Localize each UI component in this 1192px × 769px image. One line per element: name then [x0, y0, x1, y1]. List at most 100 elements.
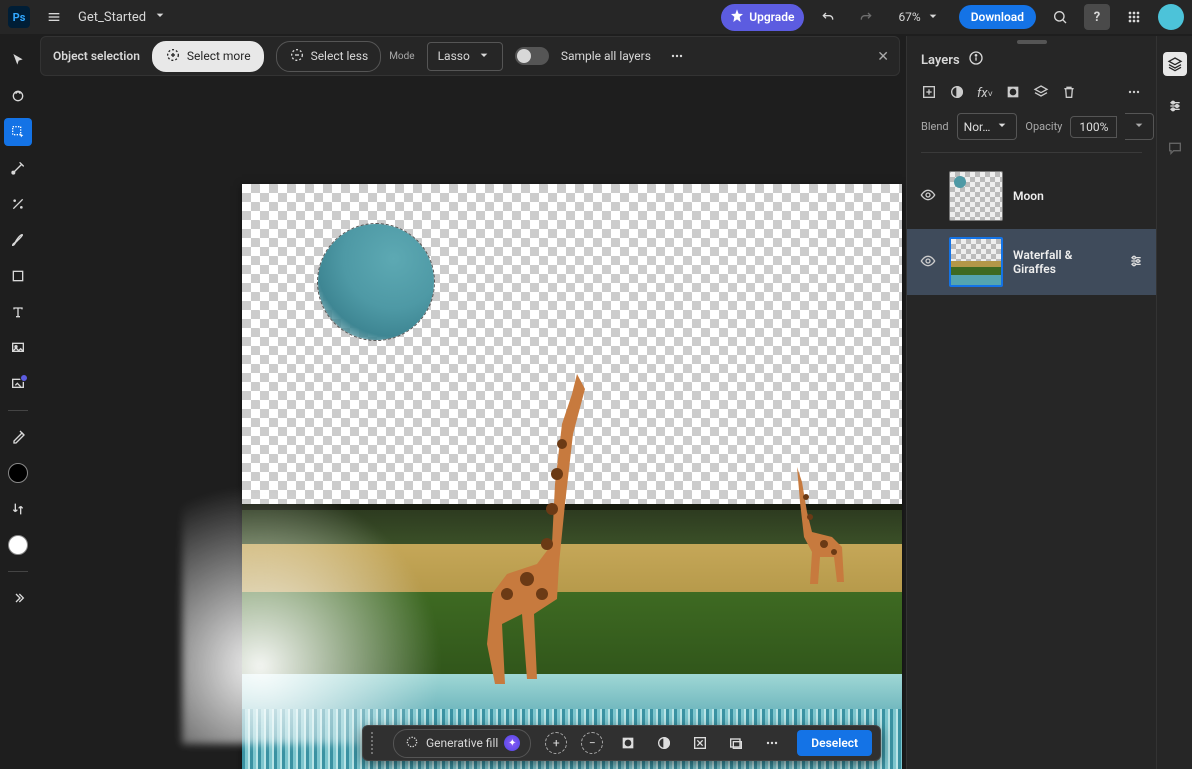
object-selection-tool[interactable] [4, 118, 32, 146]
shape-tool[interactable] [4, 262, 32, 290]
zoom-value: 67% [898, 10, 920, 24]
more-actions-button[interactable] [761, 732, 783, 754]
undo-button[interactable] [814, 3, 842, 31]
layers-more-button[interactable] [1126, 84, 1142, 103]
transform-tool[interactable] [4, 82, 32, 110]
sample-all-layers-label: Sample all layers [561, 49, 651, 63]
deselect-button[interactable]: Deselect [797, 730, 872, 756]
move-tool[interactable] [4, 46, 32, 74]
layer-thumb-moon [949, 171, 1003, 221]
visibility-toggle[interactable] [917, 187, 939, 206]
help-button[interactable]: ? [1084, 4, 1110, 30]
swap-colors[interactable] [4, 495, 32, 523]
panel-grip[interactable] [1017, 40, 1047, 44]
close-options-button[interactable]: ✕ [877, 49, 889, 65]
mask-layer-button[interactable] [1005, 84, 1021, 103]
layer-name: Waterfall & Giraffes [1013, 248, 1116, 276]
select-less-button[interactable]: Select less [276, 41, 382, 72]
plus-circle-icon [165, 47, 181, 66]
brush-tool[interactable] [4, 226, 32, 254]
properties-rail-button[interactable] [1163, 94, 1187, 118]
giraffe-large [467, 364, 597, 694]
more-options-button[interactable] [663, 42, 691, 70]
select-more-label: Select more [187, 49, 251, 63]
crop-to-selection-button[interactable] [725, 732, 747, 754]
select-less-label: Select less [311, 49, 369, 63]
mask-button[interactable] [617, 732, 639, 754]
layer-thumb-waterfall [949, 237, 1003, 287]
star-icon [729, 8, 745, 27]
delete-layer-button[interactable] [1061, 84, 1077, 103]
layers-panel-title: Layers [921, 53, 960, 68]
layers-panel: Layers fx˅ Blend Nor… Opacity 100% Moon [906, 36, 1156, 769]
opacity-label: Opacity [1025, 120, 1062, 133]
artboard[interactable] [242, 184, 902, 769]
sparkle-icon [404, 734, 420, 753]
mode-label: Mode [389, 51, 414, 62]
layer-fx-button[interactable]: fx˅ [977, 86, 993, 101]
left-toolbar [0, 36, 36, 769]
info-icon[interactable] [968, 50, 984, 70]
remove-bg-button[interactable] [689, 732, 711, 754]
ai-badge-icon [20, 374, 28, 382]
layer-row-moon[interactable]: Moon [907, 163, 1156, 229]
right-rail [1156, 36, 1192, 769]
ps-logo: Ps [8, 6, 30, 28]
foreground-color[interactable] [4, 459, 32, 487]
remove-tool[interactable] [4, 190, 32, 218]
adjustment-layer-button[interactable] [949, 84, 965, 103]
chevron-down-icon [994, 117, 1010, 136]
chevron-down-icon [925, 8, 941, 27]
layer-row-waterfall[interactable]: Waterfall & Giraffes [907, 229, 1156, 295]
mode-dropdown[interactable]: Lasso [427, 42, 503, 71]
upgrade-button[interactable]: Upgrade [721, 4, 804, 31]
deselect-label: Deselect [811, 736, 858, 750]
ai-spark-icon: ✦ [504, 735, 520, 751]
stack-layers-button[interactable] [1033, 84, 1049, 103]
drag-grip-icon[interactable] [371, 732, 377, 754]
download-button[interactable]: Download [959, 5, 1036, 29]
user-avatar[interactable] [1158, 4, 1184, 30]
layer-filters-icon[interactable] [1126, 253, 1146, 272]
more-tools[interactable] [4, 584, 32, 612]
background-color[interactable] [4, 531, 32, 559]
search-button[interactable] [1046, 3, 1074, 31]
comments-rail-button[interactable] [1163, 136, 1187, 160]
visibility-toggle[interactable] [917, 253, 939, 272]
canvas-area[interactable]: Generative fill ✦ + − Deselect [36, 76, 906, 769]
mist [182, 484, 442, 744]
expand-selection-button[interactable]: + [545, 732, 567, 754]
zoom-dropdown[interactable]: 67% [890, 4, 948, 31]
text-tool[interactable] [4, 298, 32, 326]
contract-selection-button[interactable]: − [581, 732, 603, 754]
layers-rail-button[interactable] [1163, 52, 1187, 76]
select-more-button[interactable]: Select more [152, 41, 264, 72]
generative-fill-button[interactable]: Generative fill ✦ [393, 729, 531, 758]
place-image-tool[interactable] [4, 334, 32, 362]
moon-selection[interactable] [318, 224, 434, 340]
adjustment-button[interactable] [653, 732, 675, 754]
apps-grid-button[interactable] [1120, 3, 1148, 31]
hamburger-menu[interactable] [40, 3, 68, 31]
opacity-dropdown[interactable] [1125, 113, 1154, 140]
chevron-down-icon [476, 47, 492, 66]
minus-circle-icon [289, 47, 305, 66]
redo-button[interactable] [852, 3, 880, 31]
eyedropper-tool[interactable] [4, 423, 32, 451]
opacity-value[interactable]: 100% [1070, 116, 1117, 138]
selection-action-bar: Generative fill ✦ + − Deselect [362, 725, 881, 761]
quick-selection-tool[interactable] [4, 154, 32, 182]
document-title: Get_Started [78, 10, 146, 25]
tool-options-bar: Object selection Select more Select less… [40, 36, 900, 76]
layer-name: Moon [1013, 189, 1146, 203]
generative-tool[interactable] [4, 370, 32, 398]
generative-fill-label: Generative fill [426, 736, 498, 750]
giraffe-small [782, 462, 862, 592]
sample-all-layers-toggle[interactable] [515, 47, 549, 65]
add-layer-button[interactable] [921, 84, 937, 103]
document-title-dropdown[interactable]: Get_Started [78, 7, 168, 27]
mode-value: Lasso [438, 49, 470, 63]
tool-name-label: Object selection [53, 49, 140, 63]
blend-mode-dropdown[interactable]: Nor… [957, 113, 1018, 140]
blend-label: Blend [921, 120, 949, 133]
